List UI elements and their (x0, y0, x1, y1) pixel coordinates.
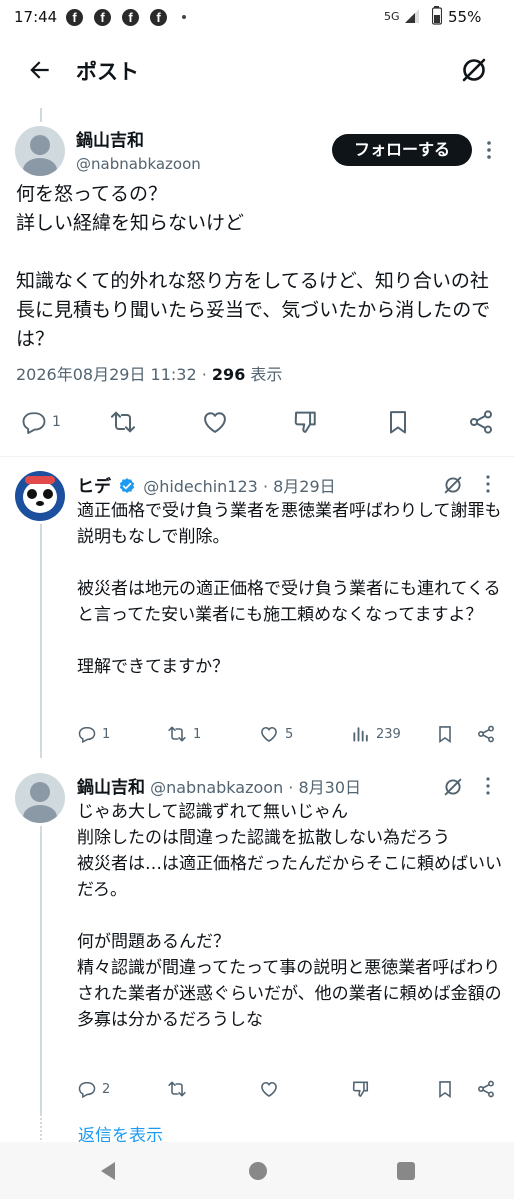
bookmark-icon[interactable] (435, 724, 455, 744)
repost-icon[interactable] (166, 724, 188, 744)
facebook-icon: f (150, 9, 167, 26)
views-label: 表示 (250, 365, 283, 384)
reply-header: ヒデ @hidechin123 · 8月29日 (77, 472, 336, 497)
share-icon[interactable] (467, 408, 495, 436)
thread-line (40, 108, 42, 122)
author-name[interactable]: ヒデ (77, 477, 111, 497)
author-handle[interactable]: @nabnabkazoon (76, 155, 201, 173)
bookmark-icon[interactable] (435, 1079, 455, 1099)
more-options-icon[interactable] (482, 474, 494, 494)
battery-icon (432, 6, 442, 25)
share-icon[interactable] (476, 724, 496, 744)
views-icon[interactable] (351, 724, 371, 744)
share-icon[interactable] (476, 1079, 496, 1099)
author-name[interactable]: 鍋山吉和 (77, 778, 145, 798)
facebook-icon: f (122, 9, 139, 26)
divider (0, 456, 514, 457)
reply-icon[interactable] (77, 724, 97, 744)
signal-icon (405, 9, 419, 23)
post-date[interactable]: · 8月29日 (263, 477, 336, 496)
avatar[interactable] (15, 471, 65, 521)
post-timestamp[interactable]: 2026年08月29日 11:32 (16, 365, 197, 384)
thread-line (40, 524, 42, 758)
reply-icon[interactable] (20, 408, 48, 436)
more-options-icon[interactable] (482, 139, 496, 161)
reply-text: 適正価格で受け負う業者を悪徳業者呼ばわりして謝罪も説明もなしで削除。 被災者は地… (77, 501, 502, 677)
home-circle-icon[interactable] (249, 1162, 267, 1180)
facebook-icon: f (66, 9, 83, 26)
views-count: 296 (211, 365, 246, 384)
post-date[interactable]: · 8月30日 (288, 778, 361, 797)
battery-level: 55% (448, 8, 482, 26)
network-type: 5G (384, 10, 400, 23)
arrow-left-icon[interactable] (27, 57, 53, 83)
grok-icon[interactable] (442, 776, 464, 798)
repost-count: 1 (193, 727, 202, 742)
status-bar: 17:44 f f f f 5G 55% (0, 0, 514, 34)
bookmark-icon[interactable] (384, 408, 412, 436)
verified-badge-icon (119, 478, 135, 493)
reply-count: 2 (102, 1082, 111, 1097)
author-handle[interactable]: @hidechin123 (143, 477, 258, 496)
thread-dots (40, 1118, 42, 1140)
post-text: 何を怒ってるの？ 詳しい経緯を知らないけど 知識なくて的外れな怒り方をしてるけど… (16, 183, 491, 350)
dislike-icon[interactable] (292, 408, 320, 436)
recents-square-icon[interactable] (397, 1162, 415, 1180)
repost-icon[interactable] (166, 1079, 188, 1099)
like-icon[interactable] (259, 724, 279, 744)
facebook-icon: f (94, 9, 111, 26)
avatar[interactable] (15, 773, 65, 823)
separator: · (201, 365, 207, 384)
grok-icon[interactable] (459, 55, 489, 85)
grok-icon[interactable] (442, 474, 464, 496)
like-icon[interactable] (259, 1079, 279, 1099)
reply-icon[interactable] (77, 1079, 97, 1099)
repost-icon[interactable] (109, 408, 137, 436)
back-triangle-icon[interactable] (98, 1160, 118, 1182)
author-name[interactable]: 鍋山吉和 (76, 126, 144, 151)
dislike-icon[interactable] (351, 1079, 371, 1099)
page-title: ポスト (76, 60, 139, 84)
reply-count: 1 (52, 414, 61, 430)
view-count: 239 (376, 727, 401, 742)
follow-button[interactable]: フォローする (332, 134, 472, 166)
like-count: 5 (285, 727, 294, 742)
reply-text: じゃあ大して認識ずれて無いじゃん 削除したのは間違った認識を拡散しない為だろう … (77, 802, 502, 1030)
author-handle[interactable]: @nabnabkazoon (150, 778, 283, 797)
thread-line (40, 826, 42, 1116)
top-app-bar: ポスト (0, 34, 514, 108)
notification-dot-icon (182, 15, 186, 19)
more-options-icon[interactable] (482, 776, 494, 796)
post-metadata: 2026年08月29日 11:32 · 296 表示 (16, 361, 282, 385)
reply-count: 1 (102, 727, 111, 742)
system-navigation-bar (0, 1142, 514, 1199)
reply-header: 鍋山吉和 @nabnabkazoon · 8月30日 (77, 773, 361, 798)
status-time: 17:44 (14, 8, 58, 26)
avatar[interactable] (15, 126, 65, 176)
like-icon[interactable] (201, 408, 229, 436)
